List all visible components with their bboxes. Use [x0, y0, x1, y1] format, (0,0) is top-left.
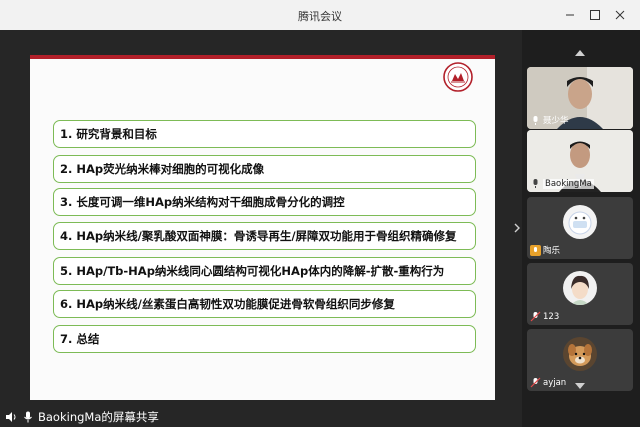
share-status-text: BaokingMa的屏幕共享 — [38, 410, 159, 424]
participant-name: ayjan — [543, 378, 567, 388]
minimize-icon — [566, 14, 574, 16]
microphone-icon — [533, 116, 538, 125]
close-icon — [615, 10, 625, 20]
close-button[interactable] — [610, 5, 630, 25]
participant-name: BaokingMa — [543, 179, 594, 189]
participant-tile[interactable]: BaokingMa — [527, 130, 633, 192]
participant-tile[interactable]: 陶乐 — [527, 197, 633, 259]
minimize-button[interactable] — [560, 5, 580, 25]
outline-item-6: 6. HAp纳米线/丝素蛋白高韧性双功能膜促进骨软骨组织同步修复 — [53, 290, 476, 318]
avatar — [563, 205, 597, 239]
microphone-icon — [533, 179, 538, 188]
scroll-down-icon[interactable] — [573, 381, 587, 391]
muted-microphone-icon — [530, 245, 541, 256]
speaker-icon — [6, 412, 16, 422]
participant-tile[interactable]: 123 — [527, 263, 633, 325]
microphone-icon — [24, 411, 32, 423]
scroll-up-icon[interactable] — [573, 48, 587, 58]
outline-item-7: 7. 总结 — [53, 325, 476, 353]
outline-item-1: 1. 研究背景和目标 — [53, 120, 476, 148]
muted-microphone-icon — [530, 377, 541, 388]
participant-tile[interactable]: 聂少华 — [527, 67, 633, 129]
outline-item-5: 5. HAp/Tb-HAp纳米线同心圆结构可视化HAp体内的降解-扩散-重构行为 — [53, 257, 476, 285]
university-logo-icon — [443, 62, 473, 92]
maximize-icon — [590, 10, 600, 20]
participant-name: 陶乐 — [543, 246, 561, 256]
avatar — [563, 337, 597, 371]
participant-name: 聂少华 — [543, 116, 569, 126]
avatar — [563, 271, 597, 305]
muted-microphone-icon — [530, 311, 541, 322]
window-title: 腾讯会议 — [298, 10, 342, 23]
outline-item-3: 3. 长度可调一维HAp纳米结构对干细胞成骨分化的调控 — [53, 188, 476, 216]
title-bar: 腾讯会议 — [0, 0, 640, 30]
collapse-panel-icon[interactable] — [512, 222, 522, 234]
screen-share-status: BaokingMa的屏幕共享 — [0, 407, 159, 427]
outline-item-4: 4. HAp纳米线/聚乳酸双面神膜：骨诱导再生/屏障双功能用于骨组织精确修复 — [53, 222, 476, 250]
outline-item-2: 2. HAp荧光纳米棒对细胞的可视化成像 — [53, 155, 476, 183]
slide-top-bar — [30, 55, 495, 59]
maximize-button[interactable] — [585, 5, 605, 25]
participant-name: 123 — [543, 312, 560, 322]
